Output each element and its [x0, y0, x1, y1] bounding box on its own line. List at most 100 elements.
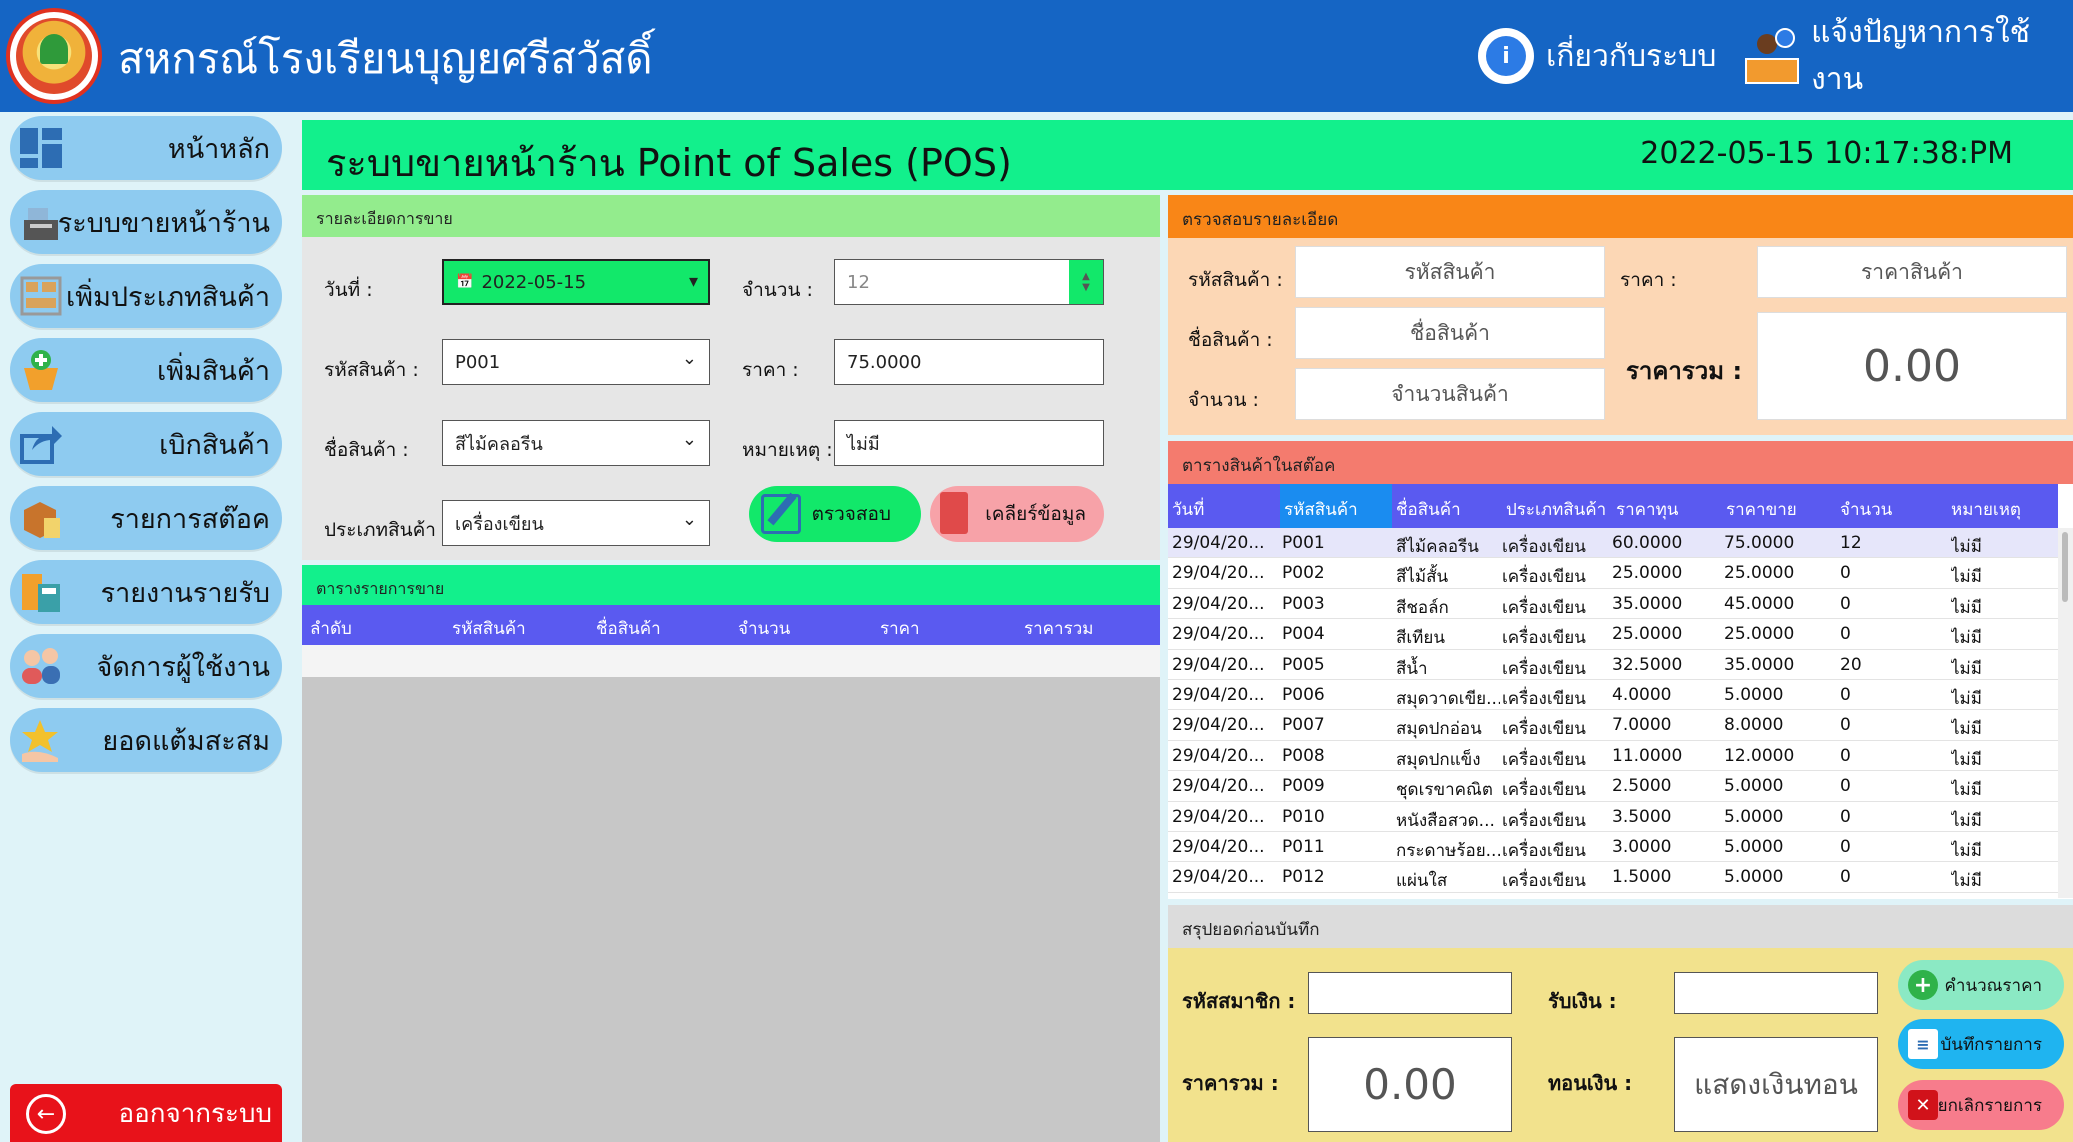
table-row[interactable]: 29/04/20... P010 หนังสือสวด... เครื่องเขียน…: [1168, 802, 2058, 832]
product-name-select[interactable]: สีไม้คลอรีน: [442, 420, 710, 466]
column-header[interactable]: รหัสสินค้า: [452, 615, 526, 642]
sidebar-item-add-category[interactable]: เพิ่มประเภทสินค้า: [10, 264, 282, 328]
sidebar-item-users[interactable]: จัดการผู้ใช้งาน: [10, 634, 282, 698]
table-cell: 12: [1840, 533, 1862, 553]
price-field[interactable]: 75.0000: [834, 339, 1104, 385]
calculate-button[interactable]: + คำนวณราคา: [1898, 960, 2064, 1010]
sidebar-item-stock[interactable]: รายการสต๊อค: [10, 486, 282, 550]
stock-table-header-row: วันที่ รหัสสินค้า ชื่อสินค้า ประเภทสินค้…: [1168, 484, 2058, 528]
sidebar-item-pos[interactable]: ระบบขายหน้าร้าน: [10, 190, 282, 254]
trash-icon: [940, 492, 968, 534]
table-cell: เครื่องเขียน: [1502, 810, 1586, 831]
table-cell: 29/04/20...: [1172, 654, 1265, 675]
check-name-label: ชื่อสินค้า :: [1188, 329, 1273, 351]
sidebar-item-income-report[interactable]: รายงานรายรับ: [10, 560, 282, 624]
column-header[interactable]: ชื่อสินค้า: [596, 615, 661, 642]
table-row[interactable]: 29/04/20... P008 สมุดปกแข็ง เครื่องเขียน 11.…: [1168, 741, 2058, 772]
check-price-field[interactable]: ราคาสินค้า: [1757, 246, 2067, 298]
table-row[interactable]: 29/04/20... P002 สีไม้สั้น เครื่องเขียน 25.0…: [1168, 558, 2058, 589]
table-cell: 8.0000: [1724, 715, 1784, 736]
table-cell: 29/04/20...: [1172, 715, 1265, 736]
column-header[interactable]: ราคาขาย: [1726, 496, 1797, 523]
table-cell: 0: [1840, 867, 1851, 888]
edit-icon: [761, 494, 801, 534]
table-cell: 35.0000: [1724, 654, 1795, 675]
stock-table-body: 29/04/20... P001 สีไม้คลอรีน เครื่องเขียน 60…: [1168, 528, 2058, 893]
table-row[interactable]: 29/04/20... P004 สีเทียน เครื่องเขียน 25.000…: [1168, 619, 2058, 650]
save-button-label: บันทึกรายการ: [1940, 1034, 2042, 1055]
sidebar-item-withdraw[interactable]: เบิกสินค้า: [10, 412, 282, 476]
product-type-select[interactable]: เครื่องเขียน: [442, 500, 710, 546]
stepper-arrows[interactable]: ▲ ▼: [1069, 260, 1103, 304]
table-cell: สีชอล์ก: [1396, 597, 1449, 618]
receive-input[interactable]: [1674, 972, 1878, 1014]
check-qty-field[interactable]: จำนวนสินค้า: [1295, 368, 1605, 420]
sidebar-item-add-product[interactable]: เพิ่มสินค้า: [10, 338, 282, 402]
column-header[interactable]: ราคา: [880, 615, 920, 642]
member-id-input[interactable]: [1308, 972, 1512, 1014]
quantity-stepper[interactable]: 12 ▲ ▼: [834, 259, 1104, 305]
table-cell: สีไม้คลอรีน: [1396, 537, 1479, 557]
table-cell: 60.0000: [1612, 533, 1683, 553]
column-header[interactable]: จำนวน: [1840, 496, 1892, 523]
price-label: ราคา :: [742, 359, 799, 381]
page-title: ระบบขายหน้าร้าน Point of Sales (POS): [326, 141, 1012, 185]
table-row[interactable]: 29/04/20... P006 สมุดวาดเขีย... เครื่องเขีย…: [1168, 680, 2058, 711]
table-cell: 5.0000: [1724, 836, 1784, 857]
box-icon: [24, 502, 60, 538]
table-row[interactable]: 29/04/20... P009 ชุดเรขาคณิต เครื่องเขียน 2.…: [1168, 771, 2058, 802]
table-cell: 0: [1840, 745, 1851, 766]
column-header[interactable]: ชื่อสินค้า: [1396, 496, 1461, 523]
column-header[interactable]: จำนวน: [738, 615, 790, 642]
sales-items-table: ตารางรายการขาย ลำดับ รหัสสินค้า ชื่อสินค…: [302, 565, 1160, 1142]
table-empty-row[interactable]: [302, 645, 1160, 677]
summary-heading: สรุปยอดก่อนบันทึก: [1168, 905, 2073, 948]
table-row[interactable]: 29/04/20... P005 สีน้ำ เครื่องเขียน 32.5000 3…: [1168, 650, 2058, 680]
column-header[interactable]: หมายเหตุ: [1951, 496, 2021, 523]
check-detail-panel: ตรวจสอบรายละเอียด รหัสสินค้า : รหัสสินค้…: [1168, 195, 2073, 435]
product-name-label: ชื่อสินค้า :: [324, 439, 409, 461]
sidebar-item-points[interactable]: ยอดแต้มสะสม: [10, 708, 282, 772]
column-header-selected[interactable]: รหัสสินค้า: [1280, 484, 1392, 528]
document-icon: ≡: [1908, 1029, 1938, 1059]
column-header[interactable]: ประเภทสินค้า: [1506, 496, 1606, 523]
check-code-field[interactable]: รหัสสินค้า: [1295, 246, 1605, 298]
receive-label: รับเงิน :: [1548, 989, 1617, 1013]
table-cell: P002: [1282, 563, 1325, 584]
logout-button[interactable]: ← ออกจากระบบ: [10, 1084, 282, 1142]
table-row[interactable]: 29/04/20... P012 แผ่นใส เครื่องเขียน 1.5000 5…: [1168, 862, 2058, 893]
table-cell: 29/04/20...: [1172, 776, 1265, 797]
save-button[interactable]: ≡ บันทึกรายการ: [1898, 1019, 2064, 1069]
column-header[interactable]: ลำดับ: [310, 615, 352, 642]
check-qty-placeholder: จำนวนสินค้า: [1391, 381, 1509, 406]
check-name-field[interactable]: ชื่อสินค้า: [1295, 307, 1605, 359]
table-row[interactable]: 29/04/20... P001 สีไม้คลอรีน เครื่องเขียน 60…: [1168, 528, 2058, 559]
column-header[interactable]: ราคาทุน: [1616, 496, 1678, 523]
column-header[interactable]: วันที่: [1172, 496, 1204, 523]
sidebar-item-home[interactable]: หน้าหลัก: [10, 116, 282, 180]
sales-detail-heading: รายละเอียดการขาย: [302, 195, 1160, 237]
note-value: ไม่มี: [847, 433, 880, 455]
table-row[interactable]: 29/04/20... P007 สมุดปกอ่อน เครื่องเขียน 7.0…: [1168, 710, 2058, 741]
note-field[interactable]: ไม่มี: [834, 420, 1104, 466]
summary-total-display: 0.00: [1308, 1037, 1512, 1132]
table-cell: สีน้ำ: [1396, 658, 1428, 679]
clear-button[interactable]: เคลียร์ข้อมูล: [930, 486, 1104, 542]
check-qty-label: จำนวน :: [1188, 389, 1259, 411]
date-picker[interactable]: 📅 2022-05-15: [442, 259, 710, 305]
table-cell: ไม่มี: [1951, 658, 1982, 679]
product-code-select[interactable]: P001: [442, 339, 710, 385]
table-cell: 11.0000: [1612, 745, 1683, 766]
stock-scrollbar[interactable]: [2058, 528, 2073, 898]
table-cell: เครื่องเขียน: [1502, 780, 1586, 801]
report-issue-link[interactable]: แจ้งปัญหาการใช้งาน: [1745, 15, 2073, 97]
about-system-link[interactable]: i เกี่ยวกับระบบ: [1478, 28, 1716, 84]
column-header[interactable]: ราคารวม: [1024, 615, 1093, 642]
table-row[interactable]: 29/04/20... P011 กระดาษร้อย... เครื่องเขียน…: [1168, 832, 2058, 863]
cancel-button[interactable]: ✕ ยกเลิกรายการ: [1898, 1080, 2064, 1130]
table-row[interactable]: 29/04/20... P003 สีชอล์ก เครื่องเขียน 35.000…: [1168, 589, 2058, 620]
table-cell: เครื่องเขียน: [1502, 567, 1586, 588]
users-icon: [22, 648, 60, 684]
check-code-label: รหัสสินค้า :: [1188, 269, 1283, 291]
check-button[interactable]: ตรวจสอบ: [749, 486, 921, 542]
